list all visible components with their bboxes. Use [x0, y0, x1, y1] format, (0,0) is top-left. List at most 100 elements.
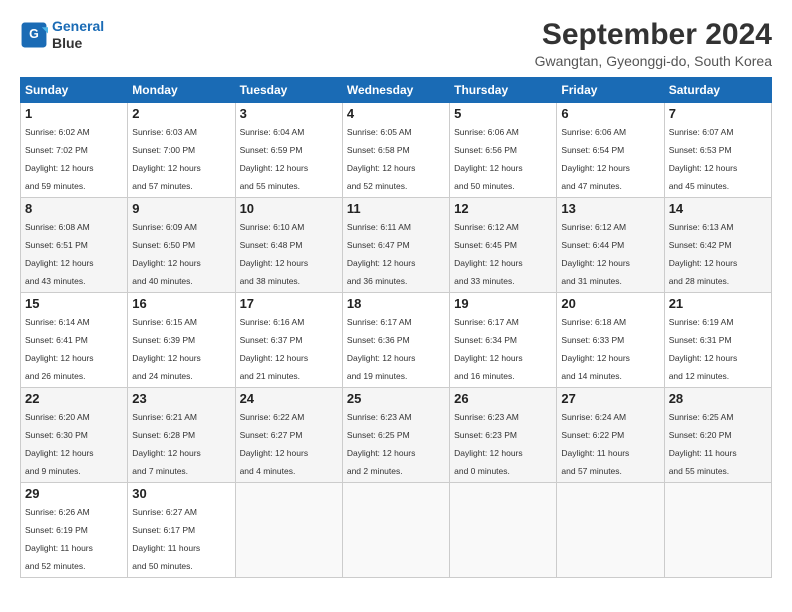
day-info: Sunrise: 6:22 AMSunset: 6:27 PMDaylight:…	[240, 412, 309, 476]
day-number: 29	[25, 486, 123, 501]
day-number: 1	[25, 106, 123, 121]
calendar-cell	[557, 483, 664, 578]
calendar-cell: 23 Sunrise: 6:21 AMSunset: 6:28 PMDaylig…	[128, 388, 235, 483]
day-info: Sunrise: 6:18 AMSunset: 6:33 PMDaylight:…	[561, 317, 630, 381]
day-number: 4	[347, 106, 445, 121]
day-info: Sunrise: 6:06 AMSunset: 6:56 PMDaylight:…	[454, 127, 523, 191]
col-wednesday: Wednesday	[342, 78, 449, 103]
day-info: Sunrise: 6:13 AMSunset: 6:42 PMDaylight:…	[669, 222, 738, 286]
calendar-cell: 2 Sunrise: 6:03 AMSunset: 7:00 PMDayligh…	[128, 103, 235, 198]
calendar-cell: 27 Sunrise: 6:24 AMSunset: 6:22 PMDaylig…	[557, 388, 664, 483]
day-info: Sunrise: 6:07 AMSunset: 6:53 PMDaylight:…	[669, 127, 738, 191]
calendar-cell: 16 Sunrise: 6:15 AMSunset: 6:39 PMDaylig…	[128, 293, 235, 388]
calendar-cell: 8 Sunrise: 6:08 AMSunset: 6:51 PMDayligh…	[21, 198, 128, 293]
calendar-cell: 13 Sunrise: 6:12 AMSunset: 6:44 PMDaylig…	[557, 198, 664, 293]
day-number: 28	[669, 391, 767, 406]
day-number: 5	[454, 106, 552, 121]
day-info: Sunrise: 6:12 AMSunset: 6:45 PMDaylight:…	[454, 222, 523, 286]
day-number: 10	[240, 201, 338, 216]
calendar-header: Sunday Monday Tuesday Wednesday Thursday…	[21, 78, 772, 103]
col-monday: Monday	[128, 78, 235, 103]
day-info: Sunrise: 6:27 AMSunset: 6:17 PMDaylight:…	[132, 507, 200, 571]
day-number: 24	[240, 391, 338, 406]
day-number: 17	[240, 296, 338, 311]
day-info: Sunrise: 6:05 AMSunset: 6:58 PMDaylight:…	[347, 127, 416, 191]
calendar-cell: 10 Sunrise: 6:10 AMSunset: 6:48 PMDaylig…	[235, 198, 342, 293]
day-info: Sunrise: 6:14 AMSunset: 6:41 PMDaylight:…	[25, 317, 94, 381]
col-tuesday: Tuesday	[235, 78, 342, 103]
day-number: 9	[132, 201, 230, 216]
day-number: 22	[25, 391, 123, 406]
day-info: Sunrise: 6:20 AMSunset: 6:30 PMDaylight:…	[25, 412, 94, 476]
calendar-cell: 17 Sunrise: 6:16 AMSunset: 6:37 PMDaylig…	[235, 293, 342, 388]
month-title: September 2024	[535, 18, 772, 51]
calendar-cell: 6 Sunrise: 6:06 AMSunset: 6:54 PMDayligh…	[557, 103, 664, 198]
calendar-cell: 29 Sunrise: 6:26 AMSunset: 6:19 PMDaylig…	[21, 483, 128, 578]
calendar-body: 1 Sunrise: 6:02 AMSunset: 7:02 PMDayligh…	[21, 103, 772, 578]
calendar-table: Sunday Monday Tuesday Wednesday Thursday…	[20, 77, 772, 578]
day-number: 8	[25, 201, 123, 216]
day-info: Sunrise: 6:10 AMSunset: 6:48 PMDaylight:…	[240, 222, 309, 286]
day-info: Sunrise: 6:26 AMSunset: 6:19 PMDaylight:…	[25, 507, 93, 571]
day-number: 30	[132, 486, 230, 501]
calendar-cell: 22 Sunrise: 6:20 AMSunset: 6:30 PMDaylig…	[21, 388, 128, 483]
calendar-cell: 3 Sunrise: 6:04 AMSunset: 6:59 PMDayligh…	[235, 103, 342, 198]
day-number: 13	[561, 201, 659, 216]
day-number: 19	[454, 296, 552, 311]
day-info: Sunrise: 6:04 AMSunset: 6:59 PMDaylight:…	[240, 127, 309, 191]
calendar-cell	[342, 483, 449, 578]
col-sunday: Sunday	[21, 78, 128, 103]
day-info: Sunrise: 6:06 AMSunset: 6:54 PMDaylight:…	[561, 127, 630, 191]
day-info: Sunrise: 6:09 AMSunset: 6:50 PMDaylight:…	[132, 222, 201, 286]
day-number: 6	[561, 106, 659, 121]
calendar-cell	[235, 483, 342, 578]
calendar-cell	[450, 483, 557, 578]
calendar-cell: 28 Sunrise: 6:25 AMSunset: 6:20 PMDaylig…	[664, 388, 771, 483]
day-info: Sunrise: 6:12 AMSunset: 6:44 PMDaylight:…	[561, 222, 630, 286]
calendar-cell: 4 Sunrise: 6:05 AMSunset: 6:58 PMDayligh…	[342, 103, 449, 198]
calendar-cell: 5 Sunrise: 6:06 AMSunset: 6:56 PMDayligh…	[450, 103, 557, 198]
day-number: 26	[454, 391, 552, 406]
day-info: Sunrise: 6:23 AMSunset: 6:23 PMDaylight:…	[454, 412, 523, 476]
calendar-cell: 18 Sunrise: 6:17 AMSunset: 6:36 PMDaylig…	[342, 293, 449, 388]
day-info: Sunrise: 6:11 AMSunset: 6:47 PMDaylight:…	[347, 222, 416, 286]
calendar-cell: 30 Sunrise: 6:27 AMSunset: 6:17 PMDaylig…	[128, 483, 235, 578]
day-number: 20	[561, 296, 659, 311]
day-info: Sunrise: 6:03 AMSunset: 7:00 PMDaylight:…	[132, 127, 201, 191]
calendar-cell: 15 Sunrise: 6:14 AMSunset: 6:41 PMDaylig…	[21, 293, 128, 388]
col-saturday: Saturday	[664, 78, 771, 103]
day-info: Sunrise: 6:19 AMSunset: 6:31 PMDaylight:…	[669, 317, 738, 381]
calendar-cell: 20 Sunrise: 6:18 AMSunset: 6:33 PMDaylig…	[557, 293, 664, 388]
calendar-week-2: 8 Sunrise: 6:08 AMSunset: 6:51 PMDayligh…	[21, 198, 772, 293]
day-number: 12	[454, 201, 552, 216]
calendar-cell: 21 Sunrise: 6:19 AMSunset: 6:31 PMDaylig…	[664, 293, 771, 388]
day-info: Sunrise: 6:02 AMSunset: 7:02 PMDaylight:…	[25, 127, 94, 191]
title-block: September 2024 Gwangtan, Gyeonggi-do, So…	[535, 18, 772, 69]
logo: G General Blue	[20, 18, 104, 52]
logo-text: General Blue	[52, 18, 104, 52]
col-friday: Friday	[557, 78, 664, 103]
day-info: Sunrise: 6:17 AMSunset: 6:36 PMDaylight:…	[347, 317, 416, 381]
day-info: Sunrise: 6:16 AMSunset: 6:37 PMDaylight:…	[240, 317, 309, 381]
day-number: 27	[561, 391, 659, 406]
calendar-week-3: 15 Sunrise: 6:14 AMSunset: 6:41 PMDaylig…	[21, 293, 772, 388]
day-number: 7	[669, 106, 767, 121]
logo-icon: G	[20, 21, 48, 49]
day-number: 11	[347, 201, 445, 216]
calendar-cell: 7 Sunrise: 6:07 AMSunset: 6:53 PMDayligh…	[664, 103, 771, 198]
day-number: 14	[669, 201, 767, 216]
calendar-cell: 26 Sunrise: 6:23 AMSunset: 6:23 PMDaylig…	[450, 388, 557, 483]
calendar-cell: 11 Sunrise: 6:11 AMSunset: 6:47 PMDaylig…	[342, 198, 449, 293]
day-info: Sunrise: 6:21 AMSunset: 6:28 PMDaylight:…	[132, 412, 201, 476]
header: G General Blue September 2024 Gwangtan, …	[20, 18, 772, 69]
day-number: 23	[132, 391, 230, 406]
calendar-cell: 19 Sunrise: 6:17 AMSunset: 6:34 PMDaylig…	[450, 293, 557, 388]
logo-blue: Blue	[52, 35, 104, 52]
calendar-cell	[664, 483, 771, 578]
day-number: 16	[132, 296, 230, 311]
day-number: 25	[347, 391, 445, 406]
calendar-cell: 25 Sunrise: 6:23 AMSunset: 6:25 PMDaylig…	[342, 388, 449, 483]
day-info: Sunrise: 6:23 AMSunset: 6:25 PMDaylight:…	[347, 412, 416, 476]
calendar-page: G General Blue September 2024 Gwangtan, …	[0, 0, 792, 612]
calendar-cell: 9 Sunrise: 6:09 AMSunset: 6:50 PMDayligh…	[128, 198, 235, 293]
